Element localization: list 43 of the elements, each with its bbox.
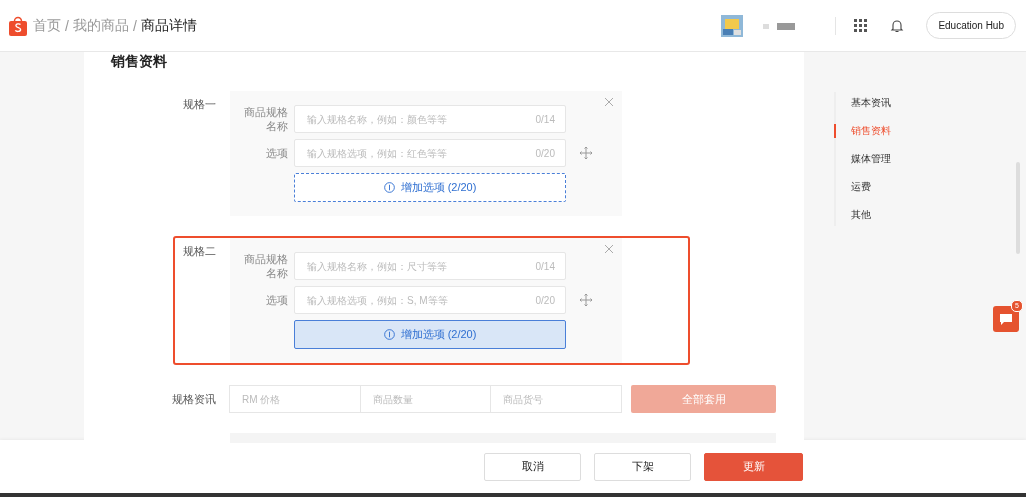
breadcrumb-item[interactable]: 我的商品 bbox=[72, 16, 129, 35]
variation-label: 规格二 bbox=[182, 244, 217, 259]
nav-item[interactable]: 其他 bbox=[834, 208, 1026, 222]
breadcrumb-item: 商品详情 bbox=[140, 16, 197, 35]
move-icon[interactable] bbox=[580, 147, 592, 159]
add-option-button[interactable]: 增加选项 (2/20) bbox=[294, 320, 566, 349]
footer-button[interactable]: 更新 bbox=[704, 452, 803, 481]
spec-info-label: 规格资讯 bbox=[172, 391, 217, 407]
nav-item[interactable]: 媒体管理 bbox=[834, 152, 1026, 166]
text-input[interactable]: 输入规格名称，例如：尺寸等等 bbox=[305, 259, 536, 273]
text-input[interactable]: 输入规格选项，例如：红色等等 bbox=[305, 146, 536, 160]
education-hub-button[interactable]: Education Hub bbox=[926, 12, 1016, 39]
close-icon[interactable] bbox=[604, 97, 614, 107]
breadcrumb-separator: / bbox=[132, 17, 137, 34]
grid-icon[interactable] bbox=[854, 18, 869, 33]
close-icon[interactable] bbox=[604, 244, 614, 254]
breadcrumb-separator: / bbox=[65, 17, 69, 34]
char-count: 0/20 bbox=[535, 294, 555, 306]
chat-icon bbox=[999, 312, 1013, 326]
price-input[interactable]: RM 价格 bbox=[229, 385, 361, 413]
char-count: 0/20 bbox=[535, 147, 555, 159]
field-label: 商品规格名称 bbox=[244, 252, 288, 280]
text-input[interactable]: 输入规格名称，例如：颜色等等 bbox=[305, 112, 536, 126]
nav-item[interactable]: 销售资料 bbox=[834, 124, 1026, 138]
field-label: 选项 bbox=[265, 293, 288, 307]
shop-avatar-icon[interactable] bbox=[721, 14, 744, 37]
chat-button[interactable] bbox=[993, 306, 1019, 332]
move-icon[interactable] bbox=[580, 294, 592, 306]
breadcrumb-item[interactable]: 首页 bbox=[33, 16, 61, 35]
text-input[interactable]: 输入规格选项，例如：S, M等等 bbox=[305, 293, 536, 307]
char-count: 0/14 bbox=[535, 113, 555, 125]
add-option-button[interactable]: 增加选项 (2/20) bbox=[294, 173, 566, 202]
bell-icon[interactable] bbox=[890, 18, 905, 33]
footer-button[interactable]: 下架 bbox=[594, 452, 691, 481]
footer-button[interactable]: 取消 bbox=[484, 452, 581, 481]
variation-label: 规格一 bbox=[182, 97, 217, 112]
nav-item[interactable]: 运费 bbox=[834, 180, 1026, 194]
section-title: 销售资料 bbox=[111, 53, 167, 71]
field-label: 商品规格名称 bbox=[244, 105, 288, 133]
field-label: 选项 bbox=[265, 146, 288, 160]
nav-item[interactable]: 基本资讯 bbox=[834, 96, 1026, 110]
char-count: 0/14 bbox=[535, 260, 555, 272]
shopping-bag-icon[interactable] bbox=[9, 15, 27, 36]
